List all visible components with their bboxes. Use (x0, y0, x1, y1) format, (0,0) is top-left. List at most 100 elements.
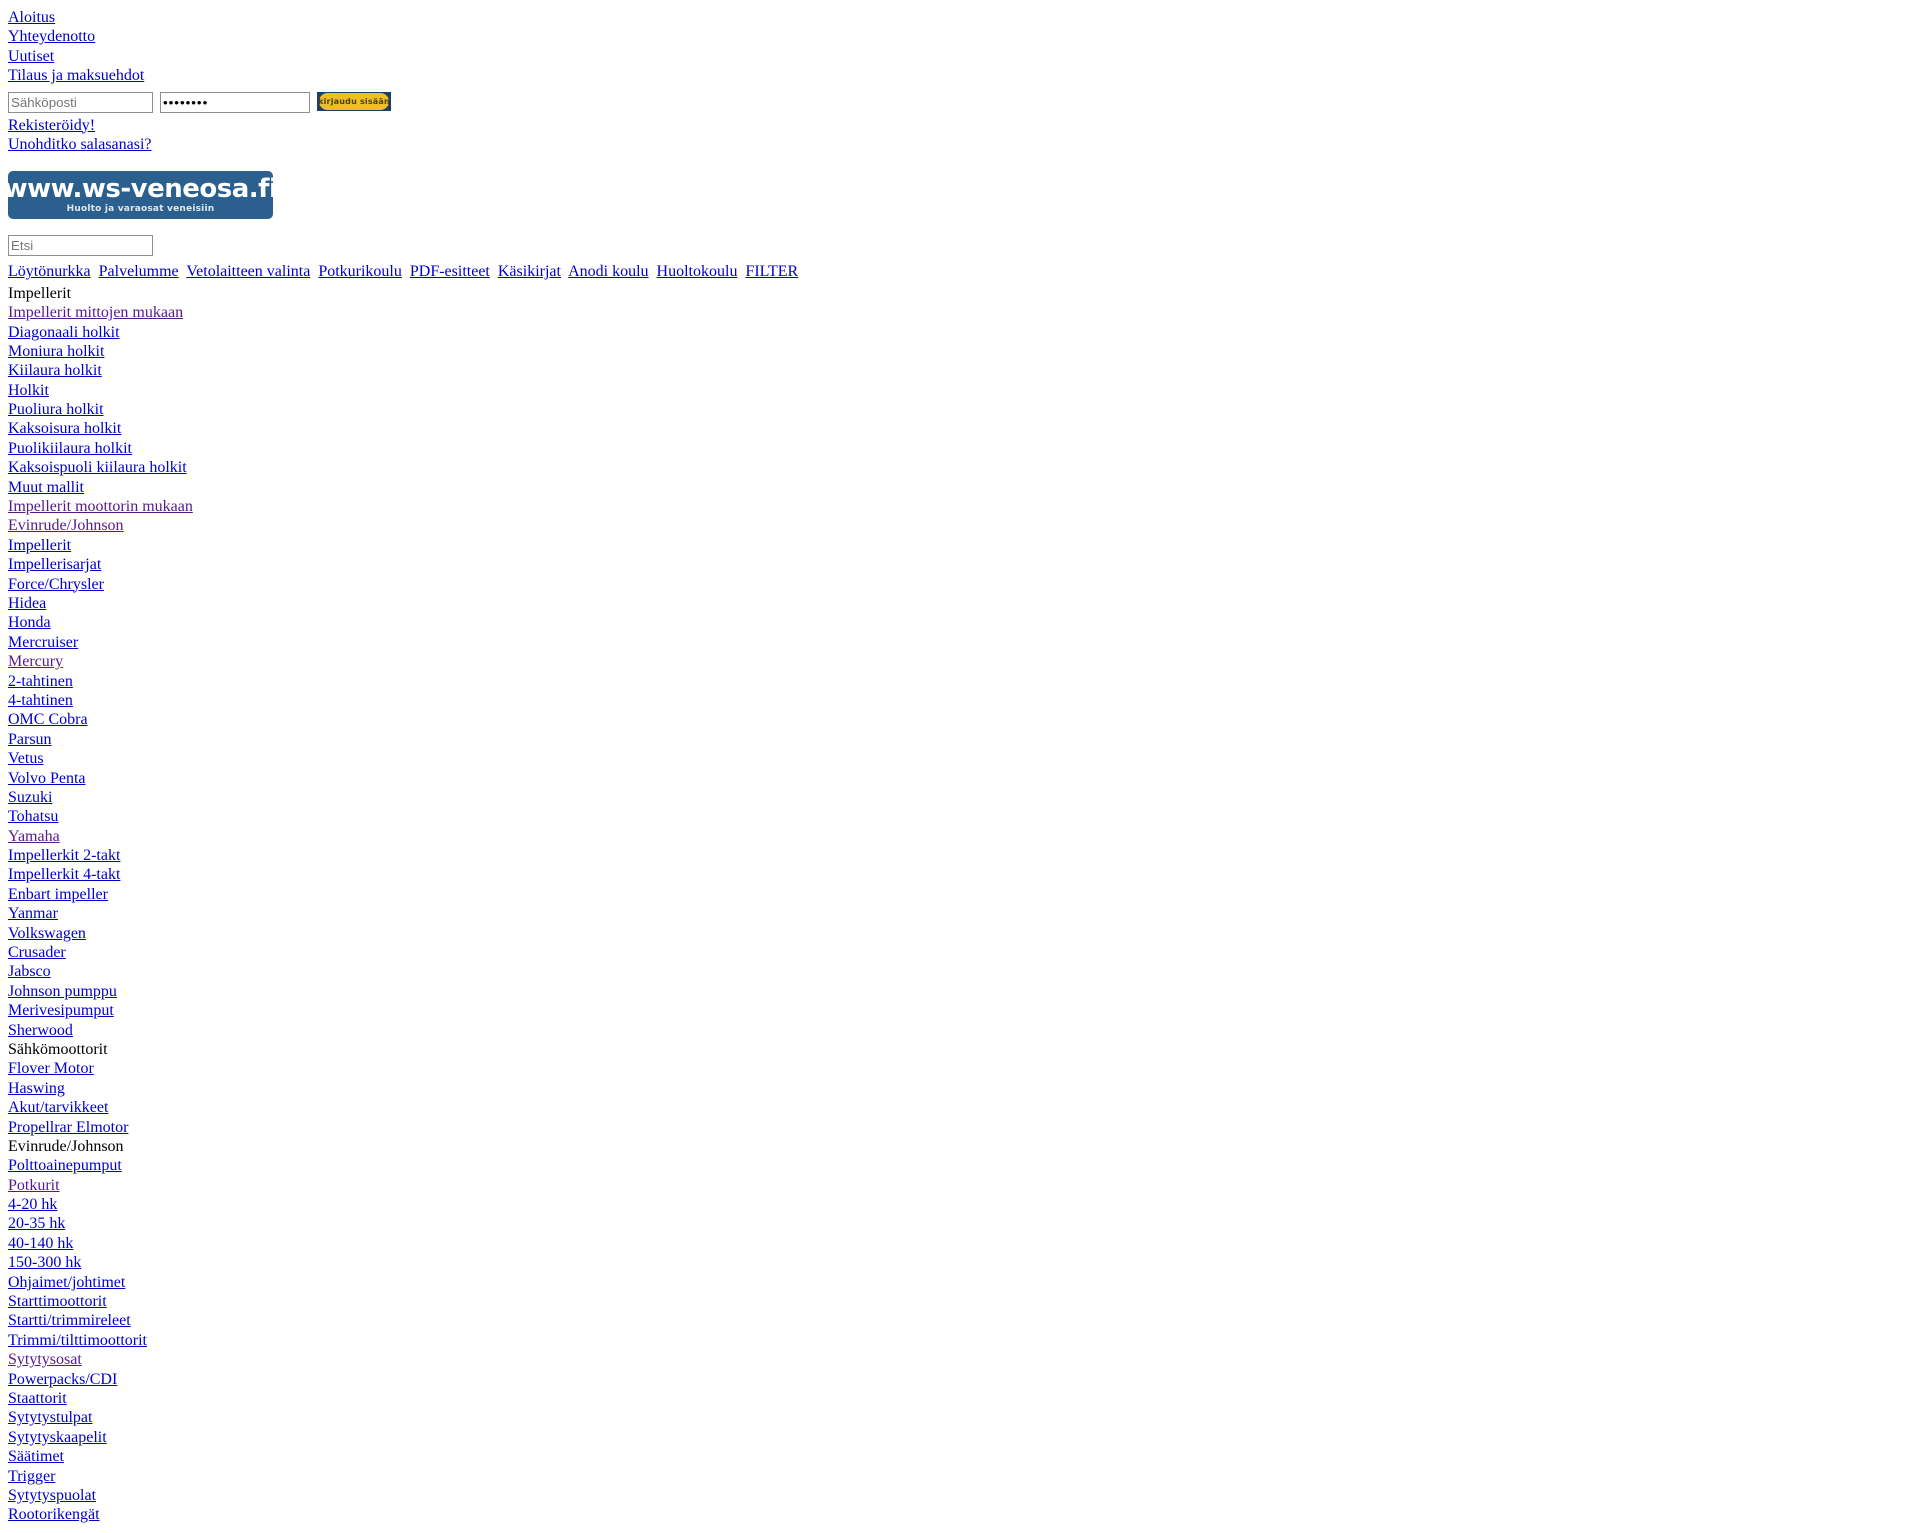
category-link[interactable]: Flover Motor (8, 1060, 94, 1077)
category-list-item: 4-tahtinen (8, 691, 1912, 710)
category-link[interactable]: Ohjaimet/johtimet (8, 1274, 125, 1291)
category-link[interactable]: Impellerit (8, 537, 71, 554)
category-link[interactable]: Impellerkit 4-takt (8, 866, 120, 883)
search-bar (8, 235, 1912, 257)
category-list-item: Tohatsu (8, 807, 1912, 826)
nav-item-loytonurkka[interactable]: Löytönurkka (8, 263, 91, 280)
category-list-item: Sytytyskaapelit (8, 1428, 1912, 1447)
category-link[interactable]: Starttimoottorit (8, 1293, 107, 1310)
category-link[interactable]: Parsun (8, 731, 52, 748)
category-link[interactable]: Suzuki (8, 789, 52, 806)
category-link[interactable]: Sytytyspuolat (8, 1487, 96, 1504)
category-link[interactable]: Kiilaura holkit (8, 362, 102, 379)
search-input[interactable] (8, 235, 153, 257)
category-list-item: Honda (8, 613, 1912, 632)
category-list-item: Impellerit (8, 284, 1912, 303)
category-link[interactable]: Force/Chrysler (8, 576, 104, 593)
category-list-item: Sytytysosat (8, 1350, 1912, 1369)
category-link[interactable]: Tohatsu (8, 808, 58, 825)
nav-item-filter[interactable]: FILTER (745, 263, 798, 280)
category-link[interactable]: Trigger (8, 1468, 55, 1485)
category-link[interactable]: Honda (8, 614, 51, 631)
category-link[interactable]: Rootorikengät (8, 1506, 100, 1523)
category-list-item: Yanmar (8, 904, 1912, 923)
category-link[interactable]: Trimmi/tilttimoottorit (8, 1332, 147, 1349)
category-link[interactable]: Enbart impeller (8, 886, 108, 903)
category-link[interactable]: Johnson pumppu (8, 983, 117, 1000)
category-list-item: Jabsco (8, 962, 1912, 981)
category-list-item: Puoliura holkit (8, 400, 1912, 419)
category-link[interactable]: 4-tahtinen (8, 692, 73, 709)
category-list-item: Sähkömoottorit (8, 1040, 1912, 1059)
login-form: kirjaudu sisään (8, 91, 1912, 116)
category-link[interactable]: Hidea (8, 595, 46, 612)
category-link[interactable]: Volkswagen (8, 925, 86, 942)
site-logo[interactable]: www.ws-veneosa.fi Huolto ja varaosat ven… (8, 171, 273, 220)
category-link[interactable]: 40-140 hk (8, 1235, 73, 1252)
password-field[interactable] (160, 91, 310, 113)
nav-item-pdf-esitteet[interactable]: PDF-esitteet (410, 263, 490, 280)
category-link[interactable]: Crusader (8, 944, 66, 961)
category-link[interactable]: Startti/trimmireleet (8, 1312, 131, 1329)
category-link[interactable]: Puolikiilaura holkit (8, 440, 132, 457)
logo-tagline: Huolto ja varaosat veneisiin (66, 204, 215, 215)
category-link[interactable]: Impellerkit 2-takt (8, 847, 120, 864)
top-link-tilaus-ja-maksuehdot[interactable]: Tilaus ja maksuehdot (8, 67, 144, 84)
category-link[interactable]: Sytytystulpat (8, 1409, 92, 1426)
category-link[interactable]: Powerpacks/CDI (8, 1371, 117, 1388)
category-link[interactable]: Impellerit mittojen mukaan (8, 304, 183, 321)
category-link[interactable]: Säätimet (8, 1448, 64, 1465)
category-link[interactable]: Yamaha (8, 828, 60, 845)
nav-item-anodi-koulu[interactable]: Anodi koulu (568, 263, 648, 280)
category-link[interactable]: Kaksoisura holkit (8, 420, 121, 437)
nav-item-vetolaitteen-valinta[interactable]: Vetolaitteen valinta (186, 263, 310, 280)
category-link[interactable]: Evinrude/Johnson (8, 517, 124, 534)
category-link[interactable]: Diagonaali holkit (8, 324, 120, 341)
category-list-item: Evinrude/Johnson (8, 1137, 1912, 1156)
category-link[interactable]: Muut mallit (8, 479, 84, 496)
nav-item-kasikirjat[interactable]: Käsikirjat (498, 263, 561, 280)
category-heading: Sähkömoottorit (8, 1040, 108, 1058)
category-link[interactable]: Kaksoispuoli kiilaura holkit (8, 459, 187, 476)
category-link[interactable]: Holkit (8, 382, 49, 399)
category-link[interactable]: Akut/tarvikkeet (8, 1099, 108, 1116)
register-link[interactable]: Rekisteröidy! (8, 117, 95, 134)
category-list-item: Force/Chrysler (8, 575, 1912, 594)
category-link[interactable]: 2-tahtinen (8, 673, 73, 690)
category-link[interactable]: Volvo Penta (8, 770, 85, 787)
top-link-aloitus[interactable]: Aloitus (8, 9, 55, 26)
category-link[interactable]: Vetus (8, 750, 44, 767)
category-link[interactable]: Sherwood (8, 1022, 73, 1039)
category-link[interactable]: Moniura holkit (8, 343, 104, 360)
category-link[interactable]: Jabsco (8, 963, 51, 980)
category-link[interactable]: Yanmar (8, 905, 58, 922)
category-link[interactable]: Potkurit (8, 1177, 60, 1194)
category-link[interactable]: Polttoainepumput (8, 1157, 122, 1174)
nav-item-huoltokoulu[interactable]: Huoltokoulu (657, 263, 738, 280)
top-link-yhteydenotto[interactable]: Yhteydenotto (8, 28, 95, 45)
category-link[interactable]: Propellrar Elmotor (8, 1119, 128, 1136)
category-link[interactable]: 4-20 hk (8, 1196, 57, 1213)
category-link[interactable]: Mercruiser (8, 634, 78, 651)
category-link[interactable]: Mercury (8, 653, 63, 670)
category-link[interactable]: Haswing (8, 1080, 65, 1097)
category-link[interactable]: Impellerit moottorin mukaan (8, 498, 193, 515)
category-link[interactable]: 150-300 hk (8, 1254, 81, 1271)
category-link[interactable]: Impellerisarjat (8, 556, 101, 573)
nav-item-palvelumme[interactable]: Palvelumme (99, 263, 179, 280)
top-link-uutiset[interactable]: Uutiset (8, 48, 54, 65)
category-link[interactable]: 20-35 hk (8, 1215, 65, 1232)
category-link[interactable]: Sytytysosat (8, 1351, 82, 1368)
category-link[interactable]: OMC Cobra (8, 711, 88, 728)
category-list-item: Suzuki (8, 788, 1912, 807)
account-link-row: Rekisteröidy! (8, 116, 1912, 135)
forgot-password-link[interactable]: Unohditko salasanasi? (8, 136, 152, 153)
category-link[interactable]: Puoliura holkit (8, 401, 104, 418)
category-link[interactable]: Staattorit (8, 1390, 67, 1407)
category-link[interactable]: Merivesipumput (8, 1002, 114, 1019)
email-field[interactable] (8, 91, 153, 113)
nav-item-potkurikoulu[interactable]: Potkurikoulu (318, 263, 402, 280)
login-submit-button[interactable]: kirjaudu sisään (317, 91, 391, 111)
category-list-item: Merivesipumput (8, 1001, 1912, 1020)
category-link[interactable]: Sytytyskaapelit (8, 1429, 107, 1446)
